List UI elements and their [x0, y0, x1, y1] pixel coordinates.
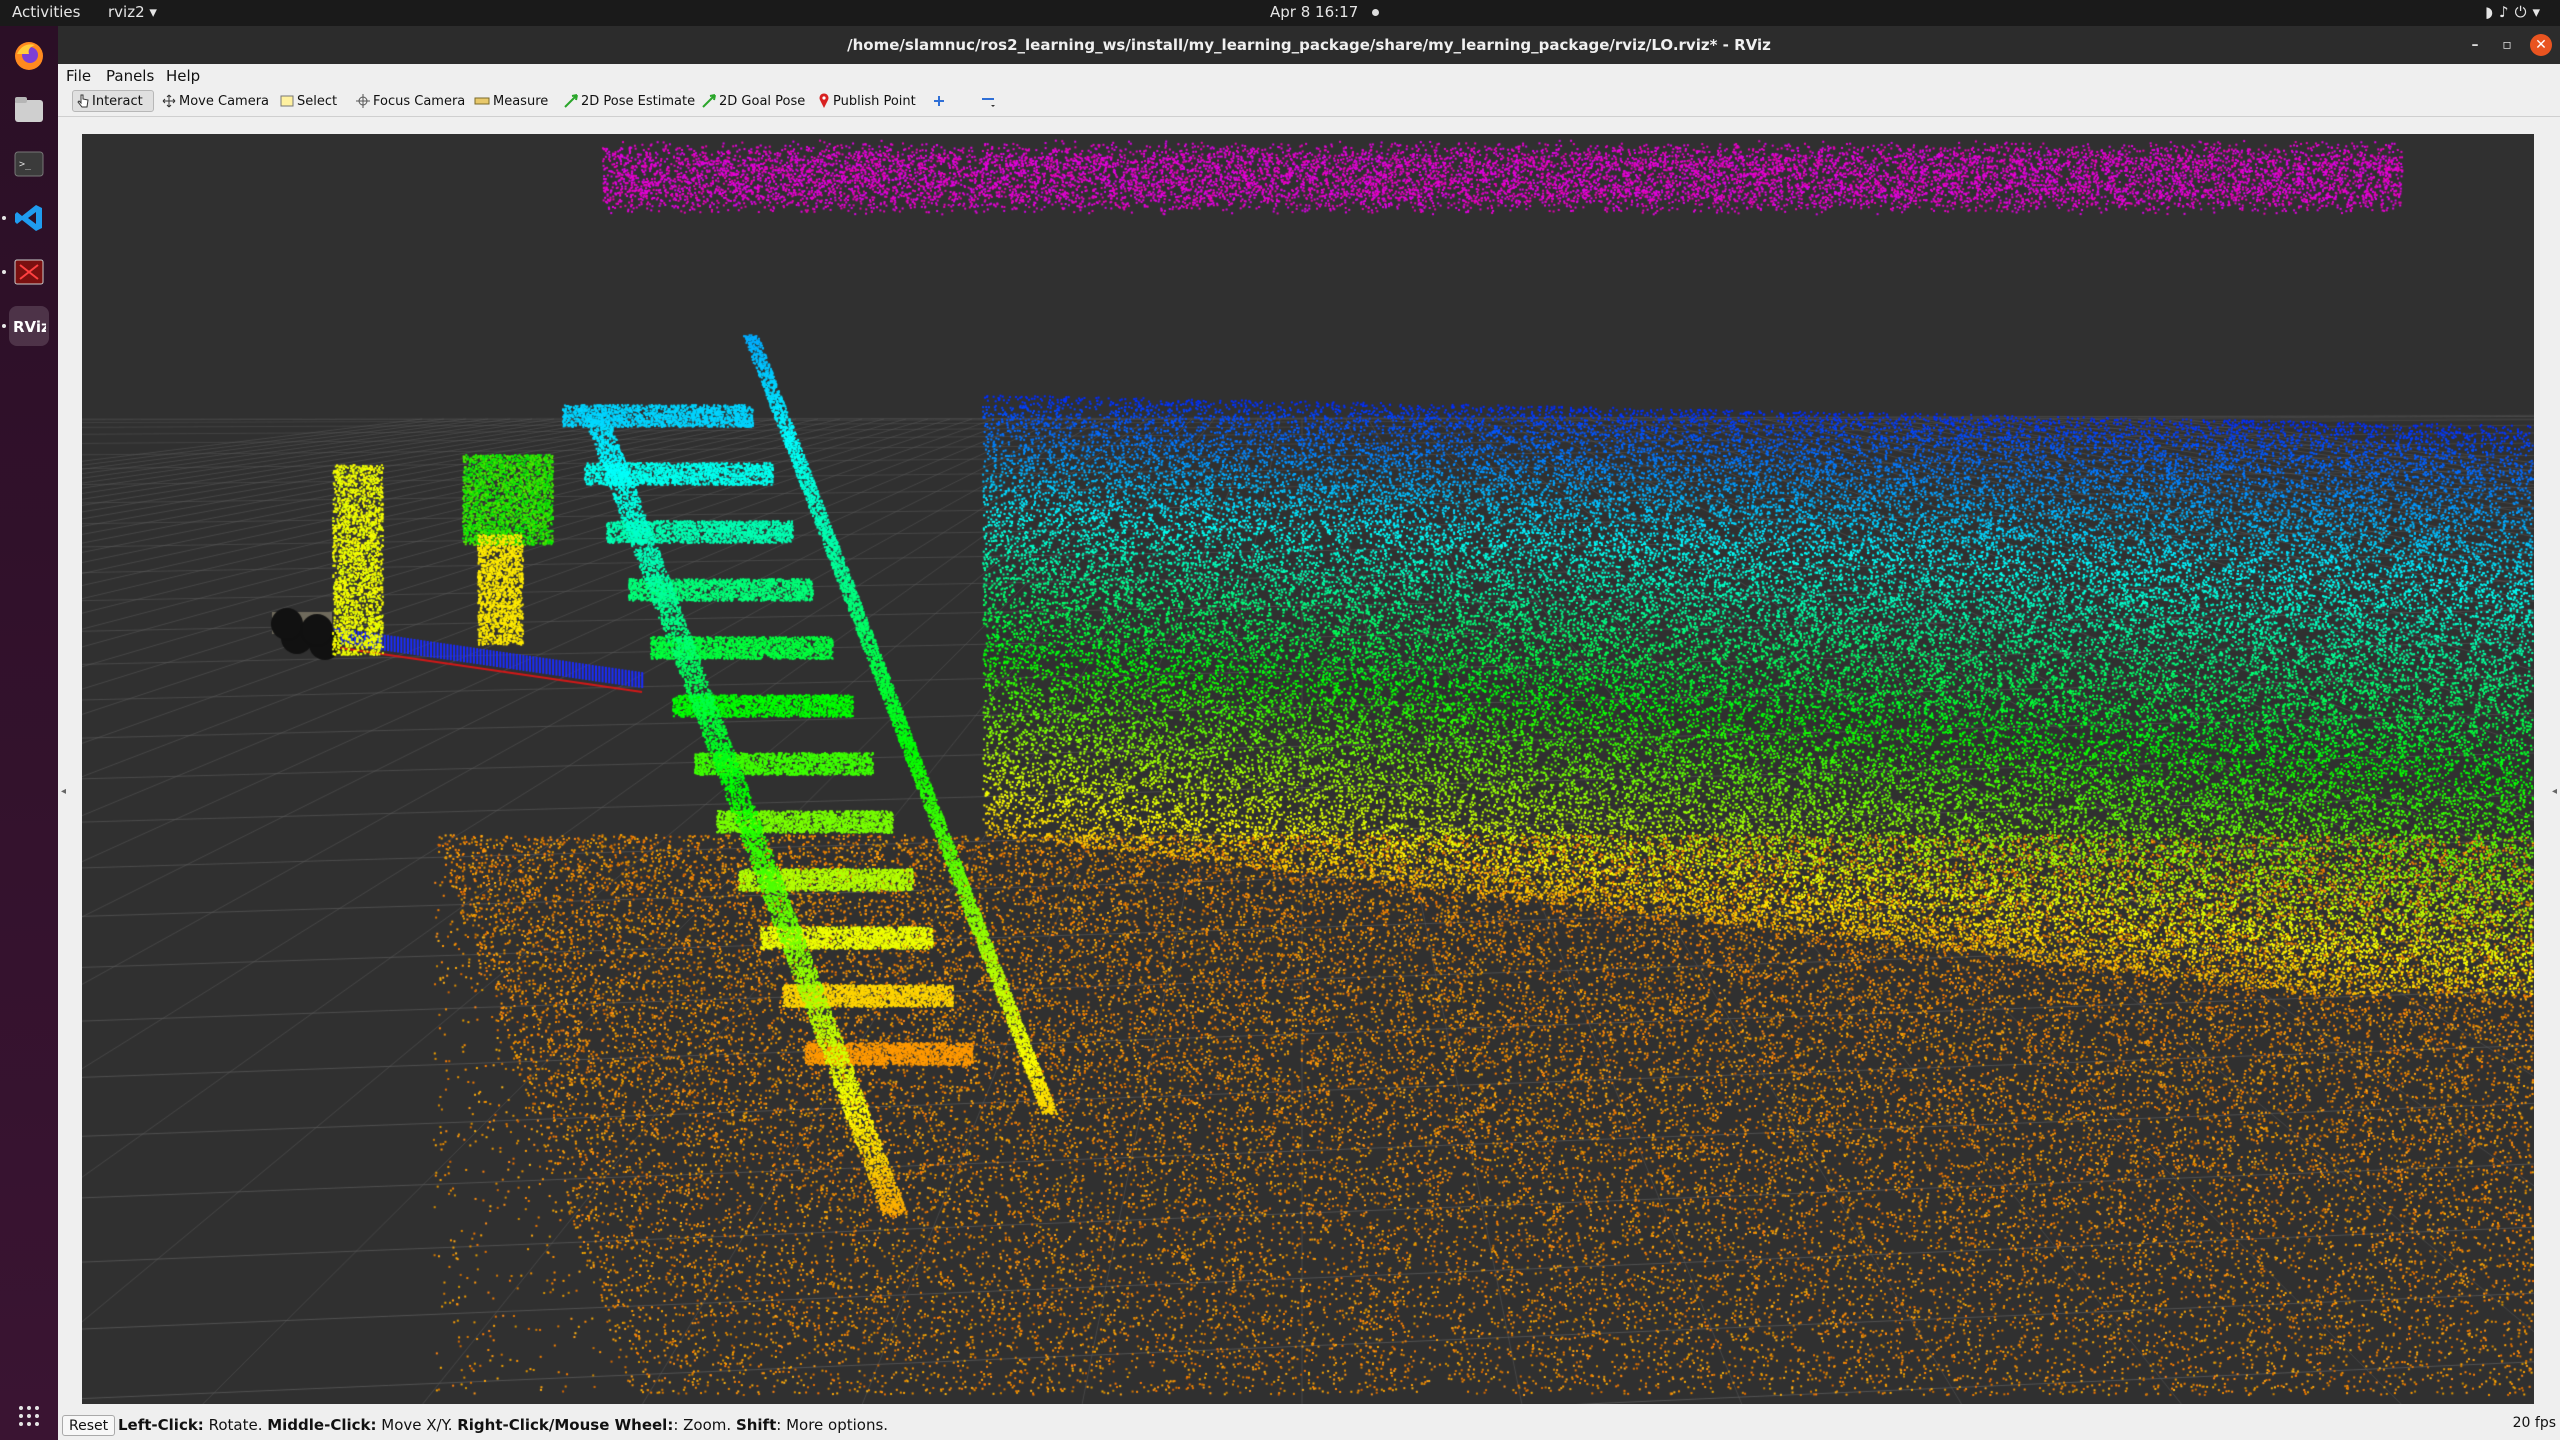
system-top-bar: Activities rviz2 ▾ Apr 8 16:17 ◗♪⏻▾: [0, 0, 2560, 26]
clock[interactable]: Apr 8 16:17: [1270, 3, 1380, 21]
dock: >_ RViz: [0, 26, 58, 1440]
system-tray[interactable]: ◗♪⏻▾: [2485, 3, 2546, 21]
green-arrow-icon: [702, 94, 716, 108]
remove-tool-button[interactable]: [976, 90, 1003, 112]
minus-dropdown-icon: [982, 98, 995, 107]
2d-goal-pose-label: 2D Goal Pose: [719, 93, 806, 109]
chevron-down-icon: ▾: [2532, 3, 2546, 21]
mouse-hint-text: Left-Click: Rotate. Middle-Click: Move X…: [118, 1416, 888, 1434]
activities-button[interactable]: Activities: [12, 3, 80, 21]
tool-toolbar: Interact Move Camera Select Focus Camera…: [58, 86, 2560, 117]
running-indicator: [2, 270, 6, 274]
3d-render-viewport[interactable]: [82, 134, 2534, 1404]
point-cloud-scene[interactable]: [82, 134, 2534, 1404]
power-icon: ⏻: [2514, 3, 2533, 21]
hint-middle-value: Move X/Y.: [376, 1416, 458, 1434]
close-button[interactable]: ✕: [2530, 34, 2552, 56]
publish-point-label: Publish Point: [833, 93, 916, 109]
reset-button[interactable]: Reset: [62, 1415, 116, 1436]
2d-pose-estimate-label: 2D Pose Estimate: [581, 93, 696, 109]
plus-icon: [934, 96, 944, 106]
2d-pose-estimate-tool-button[interactable]: 2D Pose Estimate: [560, 90, 699, 112]
app-menu[interactable]: rviz2 ▾: [108, 3, 157, 21]
menu-help[interactable]: Help: [166, 67, 200, 85]
menu-bar: File Panels Help: [58, 64, 2560, 86]
crosshair-icon: [356, 94, 370, 108]
hint-shift-key: Shift: [735, 1416, 777, 1434]
menu-panels[interactable]: Panels: [106, 67, 154, 85]
rviz-icon[interactable]: RViz: [9, 306, 49, 346]
svg-text:RViz: RViz: [13, 318, 46, 336]
fps-counter: 20 fps: [2512, 1415, 2556, 1431]
wifi-icon: ◗: [2485, 3, 2500, 21]
move-camera-icon: [162, 94, 176, 108]
hint-middle-key: Middle-Click:: [267, 1416, 377, 1434]
svg-text:>_: >_: [19, 159, 32, 170]
menu-file[interactable]: File: [66, 67, 91, 85]
running-indicator: [2, 324, 6, 328]
hand-pointer-icon: [77, 94, 89, 108]
focus-camera-label: Focus Camera: [373, 93, 466, 109]
select-tool-button[interactable]: Select: [276, 90, 341, 112]
vscode-icon[interactable]: [9, 198, 49, 238]
files-icon[interactable]: [9, 90, 49, 130]
hint-left-value: Rotate.: [203, 1416, 268, 1434]
window-titlebar[interactable]: /home/slamnuc/ros2_learning_ws/install/m…: [58, 26, 2560, 64]
hint-right-key: Right-Click/Mouse Wheel:: [457, 1416, 674, 1434]
rviz-window: /home/slamnuc/ros2_learning_ws/install/m…: [58, 26, 2560, 1440]
hint-shift-value: : More options.: [776, 1416, 889, 1434]
measure-label: Measure: [493, 93, 549, 109]
interact-label: Interact: [92, 93, 143, 109]
maximize-button[interactable]: ▫: [2496, 34, 2518, 56]
select-label: Select: [297, 93, 338, 109]
publish-point-tool-button[interactable]: Publish Point: [814, 90, 920, 112]
interact-tool-button[interactable]: Interact: [72, 90, 154, 112]
2d-goal-pose-tool-button[interactable]: 2D Goal Pose: [698, 90, 809, 112]
map-pin-icon: [819, 93, 829, 108]
status-bar: Reset Left-Click: Rotate. Middle-Click: …: [58, 1411, 2560, 1440]
move-camera-label: Move Camera: [179, 93, 270, 109]
notification-dot-icon: [1372, 9, 1380, 16]
hint-right-value: : Zoom.: [673, 1416, 736, 1434]
measure-tool-button[interactable]: Measure: [470, 90, 552, 112]
select-box-icon: [280, 95, 294, 107]
rqt-icon[interactable]: [9, 252, 49, 292]
green-arrow-icon: [564, 94, 578, 108]
clock-text: Apr 8 16:17: [1270, 3, 1359, 21]
firefox-icon[interactable]: [9, 36, 49, 76]
left-dock-handle-icon[interactable]: ◂: [61, 786, 66, 797]
volume-icon: ♪: [2499, 3, 2515, 21]
hint-left-key: Left-Click:: [118, 1416, 204, 1434]
move-camera-tool-button[interactable]: Move Camera: [158, 90, 273, 112]
running-indicator: [2, 216, 6, 220]
right-dock-handle-icon[interactable]: ◂: [2552, 786, 2557, 797]
window-title: /home/slamnuc/ros2_learning_ws/install/m…: [847, 36, 1771, 54]
terminal-icon[interactable]: >_: [9, 144, 49, 184]
minimize-button[interactable]: –: [2464, 34, 2486, 56]
ruler-icon: [474, 97, 490, 105]
show-apps-icon[interactable]: [9, 1396, 49, 1436]
focus-camera-tool-button[interactable]: Focus Camera: [352, 90, 469, 112]
add-tool-button[interactable]: [928, 90, 953, 112]
